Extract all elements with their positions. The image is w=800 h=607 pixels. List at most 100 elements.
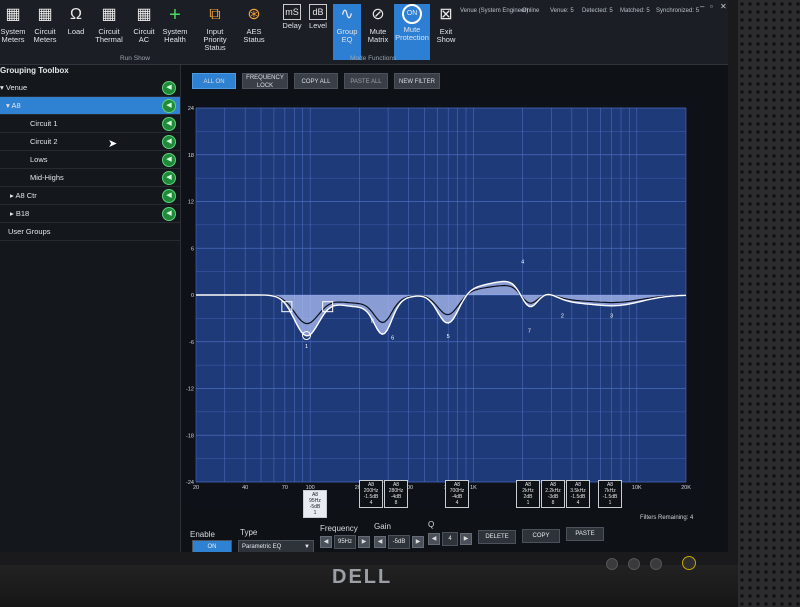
filters-remaining: Filters Remaining: 4 <box>640 515 694 521</box>
sidebar-item-circuit-2[interactable]: Circuit 2 ◀ <box>0 133 180 151</box>
filter-marker[interactable]: 3 <box>610 314 613 320</box>
delete-button[interactable]: DELETE <box>478 530 516 544</box>
sidebar-item-lows[interactable]: Lows ◀ <box>0 151 180 169</box>
new-filter-button[interactable]: NEW FILTER <box>394 73 440 89</box>
load-button[interactable]: Ω Load <box>64 4 88 60</box>
frequency-value[interactable]: 95Hz <box>334 535 356 549</box>
speaker-icon[interactable]: ◀ <box>162 81 176 95</box>
group-eq-button[interactable]: ∿ Group EQ <box>333 4 361 60</box>
q-value[interactable]: 4 <box>442 532 458 546</box>
dell-logo: DELL <box>332 566 393 588</box>
circuit-ac-button[interactable]: ▦ Circuit AC <box>130 4 158 60</box>
type-label: Type <box>240 528 258 537</box>
filter-label-4b[interactable]: A8 2kHz 2dB 1 <box>516 480 540 508</box>
ribbon-label: Load <box>67 27 85 36</box>
plus-icon: + <box>169 4 181 26</box>
ribbon-label: Group EQ <box>336 27 358 44</box>
filter-label-2[interactable]: A8 3.5kHz -1.5dB 4 <box>566 480 590 508</box>
type-select-value: Parametric EQ <box>242 544 282 550</box>
ohm-icon: Ω <box>70 6 82 23</box>
filter-label-7[interactable]: A8 2.2kHz -3dB 8 <box>541 480 565 508</box>
speaker-icon[interactable]: ◀ <box>162 99 176 113</box>
speaker-icon[interactable]: ◀ <box>162 117 176 131</box>
circuit-meters-button[interactable]: ▦ Circuit Meters <box>30 4 60 60</box>
exit-show-button[interactable]: ⊠ Exit Show <box>434 4 458 60</box>
q-decrement-button[interactable]: ◀ <box>428 533 440 545</box>
expand-icon[interactable]: ▾ <box>0 101 10 110</box>
speaker-icon[interactable]: ◀ <box>162 189 176 203</box>
sidebar-title: Grouping Toolbox <box>0 66 69 75</box>
expand-icon[interactable]: ▾ <box>0 83 4 92</box>
level-button[interactable]: dB Level <box>306 4 330 60</box>
eq-graph-svg[interactable]: 24181260-6-12-18-242040701002004007001K2… <box>186 96 700 508</box>
filter-label-1[interactable]: A8 95Hz -5dB 1 <box>303 490 327 518</box>
paste-all-button[interactable]: PASTE ALL <box>344 73 388 89</box>
type-select[interactable]: Parametric EQ ▼ <box>238 540 314 552</box>
eq-graph[interactable]: 24181260-6-12-18-242040701002004007001K2… <box>186 96 700 508</box>
ribbon-label: Delay <box>282 21 302 30</box>
x-tick-label: 1K <box>470 485 477 491</box>
system-meters-button[interactable]: ▦ System Meters <box>0 4 26 60</box>
filter-marker[interactable]: 5 <box>447 334 450 340</box>
filter-marker[interactable]: 1 <box>305 344 308 350</box>
power-icon[interactable] <box>682 556 696 570</box>
ribbon-label: Mute Matrix <box>367 27 389 44</box>
expand-icon[interactable]: ▸ <box>0 209 14 218</box>
speaker-icon[interactable]: ◀ <box>162 135 176 149</box>
monitor-button[interactable] <box>606 558 618 570</box>
sidebar-item-mid-highs[interactable]: Mid-Highs ◀ <box>0 169 180 187</box>
ribbon-label: Circuit Thermal <box>95 27 123 44</box>
meter-icon: ▦ <box>37 6 53 23</box>
speaker-grille <box>738 0 800 607</box>
filter-label-3[interactable]: A8 7kHz -1.5dB 1 <box>598 480 622 508</box>
sidebar-item-b18[interactable]: ▸ B18 ◀ <box>0 205 180 223</box>
mute-matrix-button[interactable]: ⊘ Mute Matrix <box>364 4 392 60</box>
gain-value[interactable]: -5dB <box>388 535 410 549</box>
sidebar-item-label: Venue <box>5 83 28 92</box>
filter-label-4[interactable]: A8 200Hz -1.5dB 4 <box>359 480 383 508</box>
sidebar-item-a8-ctr[interactable]: ▸ A8 Ctr ◀ <box>0 187 180 205</box>
filter-label-8[interactable]: A8 280Hz -4dB 8 <box>384 480 408 508</box>
filter-label-5[interactable]: A8 700Hz -4dB 4 <box>445 480 469 508</box>
frequency-increment-button[interactable]: ▶ <box>358 536 370 548</box>
speaker-icon[interactable]: ◀ <box>162 171 176 185</box>
all-on-button[interactable]: ALL ON <box>192 73 236 89</box>
maximize-icon[interactable]: ▫ <box>710 2 713 11</box>
input-priority-status-button[interactable]: ⧉ Input Priority Status <box>194 4 236 60</box>
speaker-icon[interactable]: ◀ <box>162 153 176 167</box>
monitor-button[interactable] <box>628 558 640 570</box>
speaker-icon[interactable]: ◀ <box>162 207 176 221</box>
gain-decrement-button[interactable]: ◀ <box>374 536 386 548</box>
q-increment-button[interactable]: ▶ <box>460 533 472 545</box>
close-icon[interactable]: ✕ <box>720 2 727 11</box>
y-tick-label: -18 <box>186 433 194 439</box>
enable-toggle[interactable]: ON <box>192 540 232 552</box>
filter-label-text: 1 <box>526 500 530 506</box>
minimize-icon[interactable]: – <box>700 2 704 11</box>
copy-button[interactable]: COPY <box>522 529 560 543</box>
gain-increment-button[interactable]: ▶ <box>412 536 424 548</box>
filter-marker[interactable]: 8 <box>371 318 374 324</box>
filter-marker[interactable]: 2 <box>561 314 564 320</box>
frequency-decrement-button[interactable]: ◀ <box>320 536 332 548</box>
paste-button[interactable]: PASTE <box>566 527 604 541</box>
mute-protection-button[interactable]: ON Mute Protection <box>394 4 430 60</box>
filter-marker[interactable]: 6 <box>391 336 394 342</box>
monitor-button[interactable] <box>650 558 662 570</box>
expand-icon[interactable]: ▸ <box>0 191 14 200</box>
aes-status-button[interactable]: ⊛ AES Status <box>240 4 268 60</box>
y-tick-label: 6 <box>191 246 194 252</box>
sidebar-item-user-groups[interactable]: User Groups <box>0 223 180 241</box>
filter-marker[interactable]: 4 <box>521 259 524 265</box>
sidebar-item-venue[interactable]: ▾ Venue ◀ <box>0 79 180 97</box>
delay-button[interactable]: mS Delay <box>280 4 304 60</box>
system-health-button[interactable]: + System Health <box>162 4 188 60</box>
copy-all-button[interactable]: COPY ALL <box>294 73 338 89</box>
sidebar-item-circuit-1[interactable]: Circuit 1 ◀ <box>0 115 180 133</box>
filter-marker[interactable]: 7 <box>528 329 531 335</box>
sidebar-item-a8[interactable]: ▾ A8 ◀ <box>0 97 180 115</box>
circuit-thermal-button[interactable]: ▦ Circuit Thermal <box>94 4 124 60</box>
sidebar-item-label: Lows <box>30 155 48 164</box>
frequency-lock-button[interactable]: FREQUENCY LOCK <box>242 73 288 89</box>
gain-label: Gain <box>374 522 391 531</box>
